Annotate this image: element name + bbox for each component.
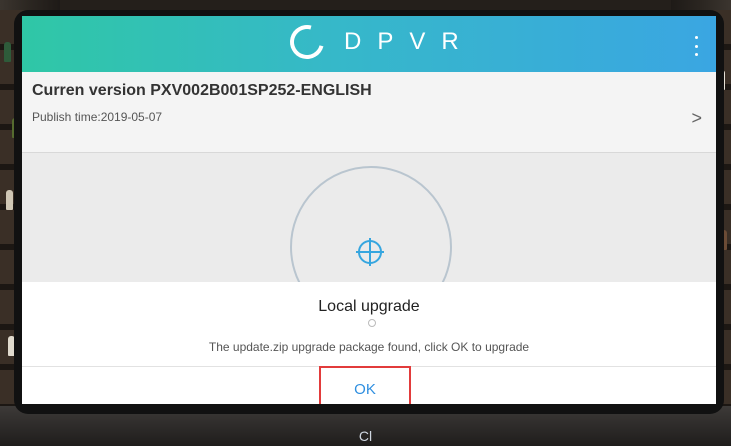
logo-ring-icon xyxy=(283,18,331,66)
app-header: DPVR xyxy=(22,16,716,72)
publish-time: Publish time:2019-05-07 xyxy=(32,110,163,124)
brand-name: DPVR xyxy=(344,28,475,55)
dialog-title: Local upgrade xyxy=(318,298,420,315)
local-upgrade-dialog: Local upgrade The update.zip upgrade pac… xyxy=(22,282,716,404)
ok-button[interactable]: OK xyxy=(319,366,411,404)
chevron-right-icon: > xyxy=(691,108,702,128)
floor-caption: Cl xyxy=(358,428,373,444)
brand-logo: DPVR xyxy=(283,18,475,66)
current-version-label: Curren version PXV002B001SP252-ENGLISH xyxy=(32,82,372,99)
dialog-message: The update.zip upgrade package found, cl… xyxy=(208,340,530,354)
wine-bottle xyxy=(6,190,13,210)
loading-dot-icon xyxy=(368,319,376,327)
version-row[interactable]: Curren version PXV002B001SP252-ENGLISH P… xyxy=(22,72,716,153)
more-vert-icon[interactable] xyxy=(688,36,704,56)
wine-bottle xyxy=(4,42,11,62)
crosshair-icon xyxy=(356,238,384,266)
app-screen: DPVR Curren version PXV002B001SP252-ENGL… xyxy=(22,16,716,404)
